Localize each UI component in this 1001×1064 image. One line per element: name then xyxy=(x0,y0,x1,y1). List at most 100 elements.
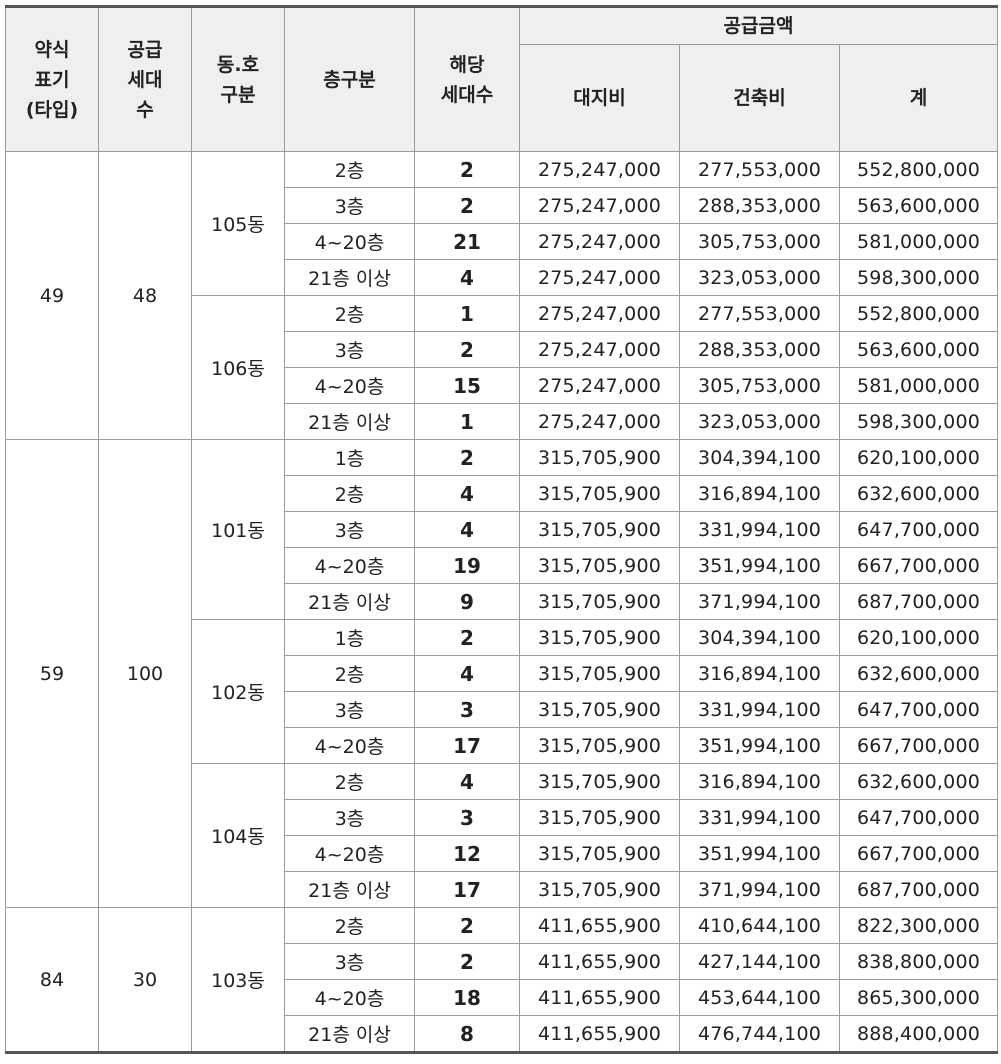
header-count-line: 세대수 xyxy=(440,83,494,106)
total-price-cell: 647,700,000 xyxy=(839,511,998,548)
supply-count-cell: 100 xyxy=(98,439,192,908)
header-type-line: 약식 xyxy=(34,38,70,61)
header-type-line: (타입) xyxy=(25,98,79,121)
header-dong-line: 동.호 xyxy=(216,53,260,76)
unit-count-cell: 9 xyxy=(414,583,520,620)
unit-count-cell: 4 xyxy=(414,655,520,692)
header-count: 해당 세대수 xyxy=(414,6,520,152)
land-cost-cell: 411,655,900 xyxy=(519,907,680,944)
building-cost-cell: 476,744,100 xyxy=(679,1015,840,1053)
table-row: 49 48 105동 2층 2 275,247,000 277,553,000 552,800… xyxy=(5,151,998,440)
building-cost-cell: 323,053,000 xyxy=(679,259,840,296)
land-cost-cell: 275,247,000 xyxy=(519,151,680,188)
floor-cell: 21층 이상 xyxy=(284,871,415,908)
total-price-cell: 888,400,000 xyxy=(839,1015,998,1053)
unit-count-cell: 2 xyxy=(414,439,520,476)
land-cost-cell: 315,705,900 xyxy=(519,655,680,692)
total-price-cell: 620,100,000 xyxy=(839,439,998,476)
total-price-cell: 581,000,000 xyxy=(839,367,998,404)
total-price-cell: 552,800,000 xyxy=(839,151,998,188)
total-price-cell: 581,000,000 xyxy=(839,223,998,260)
floor-cell: 21층 이상 xyxy=(284,583,415,620)
unit-count-cell: 19 xyxy=(414,547,520,584)
unit-count-cell: 2 xyxy=(414,187,520,224)
dong-cell: 103동 xyxy=(191,907,285,1053)
floor-cell: 4~20층 xyxy=(284,727,415,764)
floor-cell: 4~20층 xyxy=(284,223,415,260)
header-supply-line: 수 xyxy=(136,98,154,121)
floor-cell: 2층 xyxy=(284,475,415,512)
floor-cell: 3층 xyxy=(284,331,415,368)
floor-cell: 2층 xyxy=(284,763,415,800)
total-price-cell: 632,600,000 xyxy=(839,655,998,692)
dong-cell: 101동 xyxy=(191,439,285,620)
dong-cell: 106동 xyxy=(191,295,285,440)
total-price-cell: 632,600,000 xyxy=(839,475,998,512)
land-cost-cell: 275,247,000 xyxy=(519,223,680,260)
land-cost-cell: 315,705,900 xyxy=(519,547,680,584)
land-cost-cell: 315,705,900 xyxy=(519,871,680,908)
table-body: 49 48 105동 2층 2 275,247,000 277,553,000 552,800… xyxy=(5,151,998,1053)
total-price-cell: 667,700,000 xyxy=(839,727,998,764)
total-price-cell: 620,100,000 xyxy=(839,619,998,656)
unit-count-cell: 4 xyxy=(414,511,520,548)
dong-cell: 102동 xyxy=(191,619,285,764)
building-cost-cell: 277,553,000 xyxy=(679,151,840,188)
floor-cell: 4~20층 xyxy=(284,979,415,1016)
total-price-cell: 598,300,000 xyxy=(839,259,998,296)
land-cost-cell: 315,705,900 xyxy=(519,511,680,548)
land-cost-cell: 275,247,000 xyxy=(519,331,680,368)
total-price-cell: 667,700,000 xyxy=(839,547,998,584)
floor-cell: 21층 이상 xyxy=(284,259,415,296)
dong-cell: 104동 xyxy=(191,763,285,908)
land-cost-cell: 411,655,900 xyxy=(519,943,680,980)
unit-count-cell: 18 xyxy=(414,979,520,1016)
floor-cell: 1층 xyxy=(284,439,415,476)
unit-count-cell: 1 xyxy=(414,295,520,332)
building-cost-cell: 288,353,000 xyxy=(679,187,840,224)
total-price-cell: 552,800,000 xyxy=(839,295,998,332)
unit-count-cell: 1 xyxy=(414,403,520,440)
floor-cell: 21층 이상 xyxy=(284,1015,415,1053)
building-cost-cell: 304,394,100 xyxy=(679,619,840,656)
unit-count-cell: 4 xyxy=(414,259,520,296)
floor-cell: 2층 xyxy=(284,295,415,332)
header-type: 약식 표기 (타입) xyxy=(5,6,99,152)
land-cost-cell: 275,247,000 xyxy=(519,259,680,296)
total-price-cell: 632,600,000 xyxy=(839,763,998,800)
unit-count-cell: 8 xyxy=(414,1015,520,1053)
floor-cell: 3층 xyxy=(284,187,415,224)
building-cost-cell: 304,394,100 xyxy=(679,439,840,476)
table-row: 84 30 103동 2층 2 411,655,900 410,644,100 822,300… xyxy=(5,907,998,1053)
land-cost-cell: 315,705,900 xyxy=(519,727,680,764)
land-cost-cell: 315,705,900 xyxy=(519,799,680,836)
header-supply: 공급 세대 수 xyxy=(98,6,192,152)
header-building: 건축비 xyxy=(679,44,840,152)
floor-cell: 21층 이상 xyxy=(284,403,415,440)
header-amount-group: 공급금액 xyxy=(519,6,998,45)
unit-count-cell: 15 xyxy=(414,367,520,404)
header-supply-line: 세대 xyxy=(127,68,163,91)
unit-count-cell: 2 xyxy=(414,907,520,944)
building-cost-cell: 305,753,000 xyxy=(679,223,840,260)
table-row: 59 100 101동 1층 2 315,705,900 304,394,100 620,10… xyxy=(5,439,998,908)
total-price-cell: 687,700,000 xyxy=(839,583,998,620)
building-cost-cell: 410,644,100 xyxy=(679,907,840,944)
total-price-cell: 647,700,000 xyxy=(839,691,998,728)
header-dong: 동.호 구분 xyxy=(191,6,285,152)
total-price-cell: 563,600,000 xyxy=(839,187,998,224)
unit-count-cell: 17 xyxy=(414,871,520,908)
floor-cell: 3층 xyxy=(284,943,415,980)
floor-cell: 4~20층 xyxy=(284,835,415,872)
unit-count-cell: 4 xyxy=(414,763,520,800)
building-cost-cell: 331,994,100 xyxy=(679,511,840,548)
building-cost-cell: 371,994,100 xyxy=(679,583,840,620)
total-price-cell: 563,600,000 xyxy=(839,331,998,368)
type-cell: 84 xyxy=(5,907,99,1053)
unit-count-cell: 2 xyxy=(414,943,520,980)
total-price-cell: 667,700,000 xyxy=(839,835,998,872)
land-cost-cell: 315,705,900 xyxy=(519,691,680,728)
building-cost-cell: 316,894,100 xyxy=(679,763,840,800)
building-cost-cell: 323,053,000 xyxy=(679,403,840,440)
floor-cell: 2층 xyxy=(284,907,415,944)
